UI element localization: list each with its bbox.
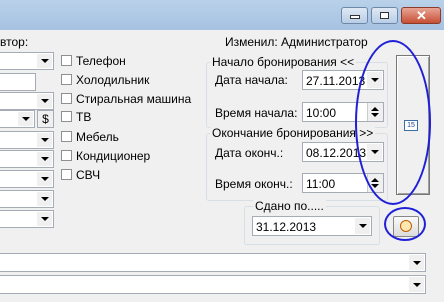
modified-by-label: Изменил: Администратор bbox=[225, 35, 368, 49]
amenity-label: Мебель bbox=[76, 130, 119, 144]
handed-over-date-picker[interactable]: 31.12.2013 bbox=[252, 216, 372, 236]
field-2[interactable] bbox=[0, 73, 36, 91]
handed-over-legend: Сдано по..... bbox=[253, 199, 326, 213]
annotation-oval-large bbox=[355, 40, 431, 205]
bottom-combo-1[interactable] bbox=[0, 253, 426, 272]
field-5-combo[interactable] bbox=[0, 131, 54, 149]
chevron-down-icon[interactable] bbox=[37, 54, 52, 68]
amenity-label: СВЧ bbox=[76, 168, 101, 182]
field-3-combo[interactable] bbox=[0, 92, 54, 110]
field-9-combo[interactable] bbox=[0, 210, 54, 228]
start-date-value: 27.11.2013 bbox=[306, 74, 366, 88]
end-date-label: Дата оконч.: bbox=[215, 146, 284, 160]
checkbox-phone[interactable] bbox=[61, 55, 72, 66]
amenity-label: ТВ bbox=[76, 110, 92, 124]
end-time-value: 11:00 bbox=[306, 177, 336, 191]
field-1-combo[interactable] bbox=[0, 52, 54, 70]
start-time-label: Время начала: bbox=[215, 106, 298, 120]
title-bar: ✕ bbox=[0, 0, 444, 30]
chevron-down-icon[interactable] bbox=[37, 172, 52, 186]
amenity-label: Кондиционер bbox=[76, 149, 151, 163]
close-icon: ✕ bbox=[416, 8, 427, 23]
chevron-down-icon[interactable] bbox=[37, 192, 52, 206]
end-time-label: Время оконч.: bbox=[215, 177, 293, 191]
annotation-oval-small bbox=[384, 207, 426, 241]
chevron-down-icon[interactable] bbox=[37, 212, 52, 226]
maximize-button[interactable] bbox=[371, 7, 398, 24]
price-combo[interactable] bbox=[0, 110, 35, 128]
bottom-combo-2[interactable] bbox=[0, 275, 426, 294]
checkbox-aircon[interactable] bbox=[61, 150, 72, 161]
checkbox-microwave[interactable] bbox=[61, 169, 72, 180]
chevron-down-icon[interactable] bbox=[409, 277, 424, 292]
owner-label: втор: bbox=[0, 35, 29, 49]
amenity-label: Стиральная машина bbox=[76, 92, 192, 106]
minimize-icon bbox=[351, 16, 359, 18]
currency-button[interactable]: $ bbox=[37, 110, 54, 128]
field-6-combo[interactable] bbox=[0, 150, 54, 168]
minimize-button[interactable] bbox=[341, 7, 368, 24]
checkbox-furniture[interactable] bbox=[61, 131, 72, 142]
amenity-label: Телефон bbox=[76, 54, 126, 68]
field-8-combo[interactable] bbox=[0, 190, 54, 208]
chevron-down-icon[interactable] bbox=[409, 255, 424, 270]
booking-end-legend[interactable]: Окончание бронирования >> bbox=[210, 126, 376, 140]
checkbox-tv[interactable] bbox=[61, 111, 72, 122]
checkbox-washer[interactable] bbox=[61, 93, 72, 104]
maximize-icon bbox=[380, 12, 389, 19]
chevron-down-icon[interactable] bbox=[37, 133, 52, 147]
chevron-down-icon[interactable] bbox=[37, 94, 52, 108]
start-date-label: Дата начала: bbox=[215, 73, 288, 87]
chevron-down-icon[interactable] bbox=[18, 112, 33, 126]
checkbox-fridge[interactable] bbox=[61, 74, 72, 85]
close-button[interactable]: ✕ bbox=[401, 7, 441, 24]
start-time-value: 10:00 bbox=[306, 106, 337, 120]
chevron-down-icon[interactable] bbox=[355, 218, 370, 234]
handed-over-date-value: 31.12.2013 bbox=[256, 220, 317, 234]
field-7-combo[interactable] bbox=[0, 170, 54, 188]
booking-start-legend[interactable]: Начало бронирования << bbox=[210, 55, 357, 69]
amenity-label: Холодильник bbox=[76, 73, 150, 87]
chevron-down-icon[interactable] bbox=[37, 152, 52, 166]
